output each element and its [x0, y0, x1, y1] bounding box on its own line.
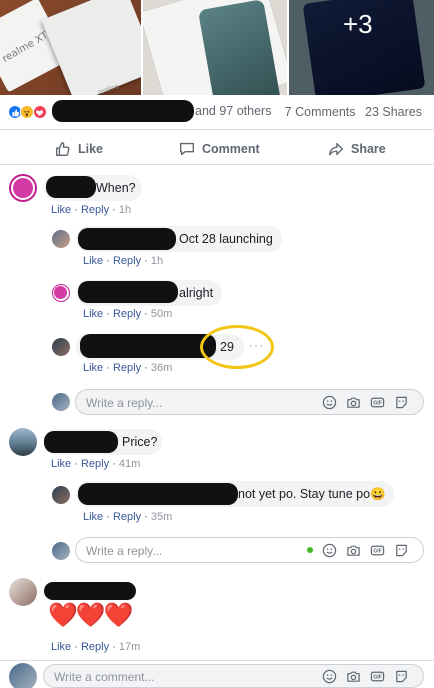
- reply-link[interactable]: Reply: [113, 362, 141, 374]
- engagement-counts: 7 Comments 23 Shares: [279, 105, 422, 119]
- comment-meta: Like · Reply · 41m: [51, 458, 141, 470]
- comment-time: 41m: [118, 458, 141, 470]
- divider: [0, 660, 434, 661]
- like-link[interactable]: Like: [83, 308, 103, 320]
- reply-input[interactable]: Write a reply... GIF: [75, 389, 424, 415]
- comment-icon: [180, 142, 194, 156]
- reply-link[interactable]: Reply: [81, 641, 109, 653]
- avatar[interactable]: [9, 428, 37, 456]
- comment-time: 1h: [118, 204, 132, 216]
- comment-meta: Like · Reply · 35m: [83, 511, 173, 523]
- reply-link[interactable]: Reply: [81, 458, 109, 470]
- more-photos-count: +3: [343, 9, 373, 39]
- redacted-name: [44, 582, 136, 600]
- comment-button[interactable]: Comment: [178, 140, 260, 158]
- sticker-icon[interactable]: [394, 543, 409, 558]
- like-button[interactable]: Like: [54, 140, 103, 158]
- like-link[interactable]: Like: [83, 255, 103, 267]
- reaction-others-text[interactable]: and 97 others: [195, 104, 271, 118]
- comment-time: 35m: [150, 511, 173, 523]
- wow-reaction-icon: [20, 105, 34, 119]
- comment-time: 50m: [150, 308, 173, 320]
- redacted-name: [46, 176, 96, 198]
- highlight-annotation: [200, 325, 274, 369]
- like-link[interactable]: Like: [83, 362, 103, 374]
- svg-text:GIF: GIF: [373, 549, 382, 555]
- like-link[interactable]: Like: [51, 458, 71, 470]
- comment-time: 1h: [150, 255, 164, 267]
- photo-3-more[interactable]: +3: [289, 0, 434, 95]
- share-arrow-icon: [329, 142, 343, 156]
- gif-icon[interactable]: GIF: [370, 669, 385, 684]
- emoji-icon[interactable]: [322, 543, 337, 558]
- avatar: [52, 393, 70, 411]
- redacted-name: [78, 228, 176, 250]
- heart-emoji-comment: ❤️❤️❤️: [48, 602, 134, 629]
- reply-link[interactable]: Reply: [81, 204, 109, 216]
- avatar[interactable]: [52, 486, 70, 504]
- comment-placeholder: Write a comment...: [54, 670, 155, 684]
- share-label: Share: [351, 142, 386, 156]
- comment-input[interactable]: Write a comment... GIF: [43, 664, 424, 688]
- avatar: [9, 663, 37, 688]
- like-link[interactable]: Like: [51, 204, 71, 216]
- svg-text:GIF: GIF: [373, 401, 382, 407]
- comment-time: 36m: [150, 362, 173, 374]
- redacted-name: [44, 431, 118, 453]
- camera-icon[interactable]: [346, 669, 361, 684]
- comment-text: When?: [96, 181, 136, 195]
- emoji-icon[interactable]: [322, 669, 337, 684]
- avatar[interactable]: [9, 578, 37, 606]
- comment-text: Oct 28 launching: [179, 232, 273, 246]
- avatar[interactable]: [52, 230, 70, 248]
- camera-icon[interactable]: [346, 395, 361, 410]
- comment-meta: Like · Reply · 1h: [51, 204, 132, 216]
- like-link[interactable]: Like: [51, 641, 71, 653]
- reply-link[interactable]: Reply: [113, 511, 141, 523]
- sticker-icon[interactable]: [394, 669, 409, 684]
- comments-count[interactable]: 7 Comments: [285, 105, 356, 119]
- redacted-name: [78, 483, 238, 505]
- redacted-name: [80, 334, 216, 358]
- reply-input[interactable]: Write a reply... GIF: [75, 537, 424, 563]
- love-reaction-icon: [33, 105, 47, 119]
- reply-link[interactable]: Reply: [113, 255, 141, 267]
- comment-meta: Like · Reply · 36m: [83, 362, 173, 374]
- shares-count[interactable]: 23 Shares: [365, 105, 422, 119]
- like-link[interactable]: Like: [83, 511, 103, 523]
- redacted-name: [78, 281, 178, 303]
- like-label: Like: [78, 142, 104, 156]
- comment-text: alright: [179, 286, 214, 300]
- photo-strip: realme XT realme +3: [0, 0, 434, 95]
- photo-2[interactable]: [143, 0, 287, 95]
- avatar[interactable]: [9, 174, 37, 202]
- redacted-names: [52, 100, 194, 122]
- comment-text: Price?: [122, 435, 158, 449]
- avatar: [52, 542, 70, 560]
- comment-meta: Like · Reply · 50m: [83, 308, 173, 320]
- reply-link[interactable]: Reply: [113, 308, 141, 320]
- comment-label: Comment: [202, 142, 260, 156]
- gif-icon[interactable]: GIF: [370, 395, 385, 410]
- avatar[interactable]: [52, 284, 70, 302]
- svg-text:GIF: GIF: [373, 675, 382, 681]
- emoji-icon[interactable]: [322, 395, 337, 410]
- camera-icon[interactable]: [346, 543, 361, 558]
- active-status-dot: [307, 547, 313, 553]
- comment-meta: Like · Reply · 17m: [51, 641, 141, 653]
- photo-1[interactable]: realme XT realme: [0, 0, 141, 95]
- thumbs-up-icon: [56, 142, 70, 156]
- share-button[interactable]: Share: [327, 140, 386, 158]
- avatar[interactable]: [52, 338, 70, 356]
- reply-placeholder: Write a reply...: [86, 544, 163, 558]
- gif-icon[interactable]: GIF: [370, 543, 385, 558]
- comment-time: 17m: [118, 641, 141, 653]
- sticker-icon[interactable]: [394, 395, 409, 410]
- comment-text: not yet po. Stay tune po😀: [238, 487, 386, 501]
- comment-meta: Like · Reply · 1h: [83, 255, 164, 267]
- reply-placeholder: Write a reply...: [86, 396, 163, 410]
